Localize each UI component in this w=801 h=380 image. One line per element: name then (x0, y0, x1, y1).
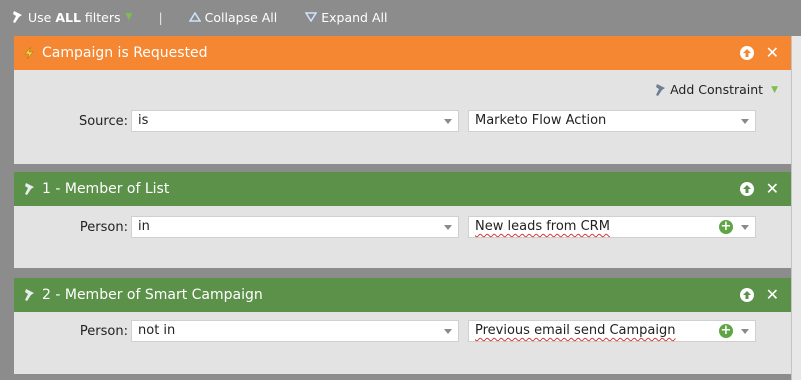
person-label: Person: (79, 324, 128, 339)
move-up-button[interactable] (739, 182, 754, 196)
filter-card: 1 - Member of List ✕ Person: in New lead… (14, 172, 791, 268)
filter-title: 1 - Member of List (42, 181, 170, 197)
close-icon[interactable]: ✕ (766, 181, 779, 197)
chevron-down-icon (741, 119, 749, 124)
plus-icon[interactable]: + (719, 324, 733, 338)
toolbar: Use ALL filters ▼ | Collapse All Expand … (0, 0, 801, 34)
filter-card: 2 - Member of Smart Campaign ✕ Person: n… (14, 278, 791, 374)
source-label: Source: (78, 114, 128, 129)
move-up-button[interactable] (739, 46, 754, 60)
trigger-header[interactable]: Campaign is Requested ✕ (14, 36, 791, 70)
chevron-down-icon (741, 329, 749, 334)
use-filters-prefix: Use (28, 9, 56, 25)
collapse-all-button[interactable]: Collapse All (188, 9, 278, 25)
trigger-actions: ✕ (739, 36, 779, 70)
filter-row: Person: not in Previous email send Campa… (14, 320, 791, 344)
arrow-up-icon (742, 185, 751, 193)
use-filters-suffix: filters (80, 9, 121, 25)
expand-all-label: Expand All (321, 9, 388, 25)
toolbar-separator: | (158, 9, 163, 25)
operator-select[interactable]: not in (131, 320, 459, 342)
filter-actions: ✕ (739, 278, 779, 312)
trigger-card: Campaign is Requested ✕ Add Constraint ▼… (14, 36, 791, 164)
filter-title: 2 - Member of Smart Campaign (42, 287, 263, 303)
campaign-value: Previous email send Campaign (475, 323, 676, 338)
filter-header[interactable]: 2 - Member of Smart Campaign ✕ (14, 278, 791, 312)
collapse-all-label: Collapse All (204, 9, 278, 25)
chevron-down-icon: ▼ (125, 12, 133, 22)
close-icon[interactable]: ✕ (766, 45, 779, 61)
filter-body: Person: in New leads from CRM + (14, 206, 791, 268)
trigger-title: Campaign is Requested (42, 45, 208, 61)
filter-body: Person: not in Previous email send Campa… (14, 312, 791, 374)
operator-value: not in (138, 323, 176, 338)
filter-icon (25, 183, 34, 195)
scrollbar[interactable] (791, 36, 801, 380)
filter-actions: ✕ (739, 172, 779, 206)
filter-header[interactable]: 1 - Member of List ✕ (14, 172, 791, 206)
list-select[interactable]: New leads from CRM + (468, 216, 756, 238)
operator-select[interactable]: in (131, 216, 459, 238)
arrow-up-icon (742, 291, 751, 299)
chevron-down-icon (444, 225, 452, 230)
operator-value: in (138, 219, 150, 234)
chevron-down-icon (741, 225, 749, 230)
plus-icon[interactable]: + (719, 220, 733, 234)
source-value: Marketo Flow Action (475, 113, 607, 128)
person-label: Person: (79, 220, 128, 235)
chevron-down-icon (444, 329, 452, 334)
campaign-select[interactable]: Previous email send Campaign + (468, 320, 756, 342)
chevron-down-icon: ▼ (771, 84, 778, 95)
chevron-down-icon (444, 119, 452, 124)
lightning-icon (24, 46, 34, 60)
value-select[interactable]: Marketo Flow Action (468, 110, 756, 132)
add-constraint-label: Add Constraint (670, 82, 764, 97)
constraint-row: Source: is Marketo Flow Action (14, 110, 791, 134)
operator-value: is (138, 113, 149, 128)
close-icon[interactable]: ✕ (766, 287, 779, 303)
operator-select[interactable]: is (131, 110, 459, 132)
use-all-filters-button[interactable]: Use ALL filters ▼ (10, 10, 132, 25)
expand-all-button[interactable]: Expand All (305, 10, 387, 25)
add-constraint-button[interactable]: Add Constraint ▼ (653, 82, 778, 97)
filter-icon (13, 11, 22, 23)
filter-icon (25, 289, 34, 301)
filter-row: Person: in New leads from CRM + (14, 216, 791, 240)
list-value: New leads from CRM (475, 219, 610, 234)
move-up-button[interactable] (739, 288, 754, 302)
triangle-down-icon (305, 12, 318, 22)
use-filters-bold: ALL (55, 9, 81, 25)
triangle-up-icon (188, 12, 201, 22)
trigger-body: Add Constraint ▼ Source: is Marketo Flow… (14, 70, 791, 164)
filter-icon (656, 83, 666, 96)
arrow-up-icon (742, 49, 751, 57)
